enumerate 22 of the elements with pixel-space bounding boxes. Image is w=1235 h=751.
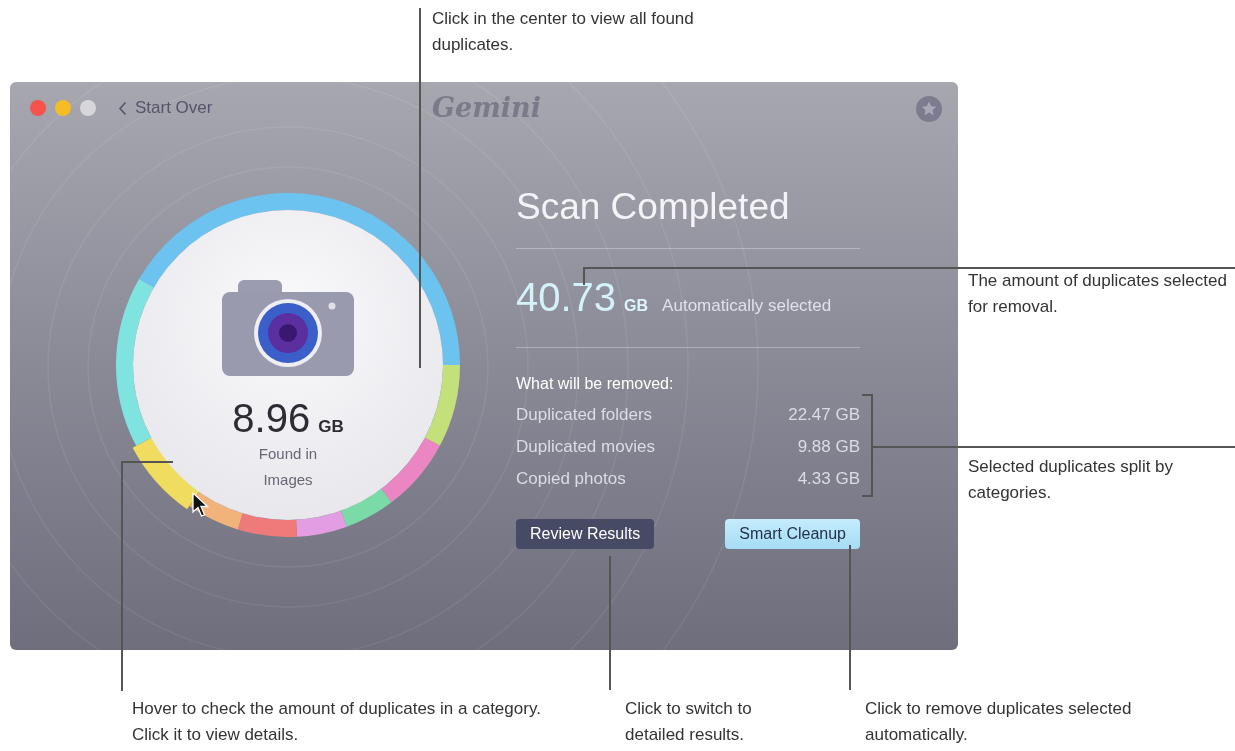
category-name: Copied photos [516,468,626,490]
annotation-text: Click in the center to view all found duplicates. [432,8,695,56]
category-size: 4.33 GB [797,468,860,490]
review-results-button[interactable]: Review Results [516,519,655,549]
selected-size-value: 40.73 [516,275,617,320]
selected-size-label: Automatically selected [662,296,832,316]
annotation-text: The amount of duplicates selected for removal. [968,270,1228,318]
found-size-value: 8.96 [232,396,311,441]
annotation-text: Hover to check the amount of duplicates in a category. Click it to view details. [132,698,542,746]
category-name: Duplicated folders [516,404,653,426]
scan-title: Scan Completed [516,186,791,228]
removal-heading: What will be removed: [516,374,675,394]
smart-cleanup-button[interactable]: Smart Cleanup [725,519,860,549]
category-size: 9.88 GB [797,436,860,458]
annotation-text: Selected duplicates split by categories. [968,456,1175,504]
annotation-text: Click to remove duplicates selected automatically. [865,698,1133,746]
selected-size-unit: GB [624,297,649,315]
found-caption: Found in Images [257,444,319,490]
category-name: Duplicated movies [516,436,655,458]
category-size: 22.47 GB [788,404,860,426]
found-size-unit: GB [318,417,344,437]
annotation-text: Click to switch to detailed results. [625,698,753,746]
